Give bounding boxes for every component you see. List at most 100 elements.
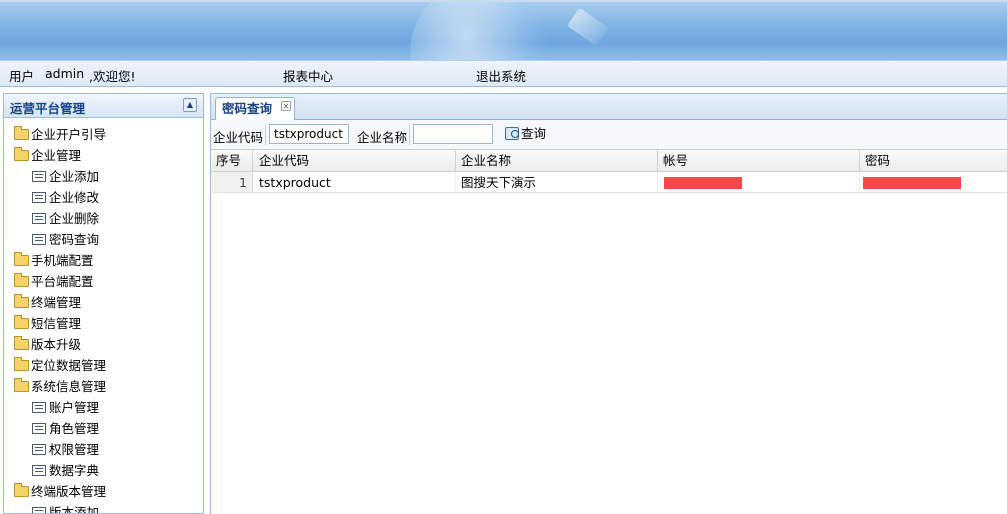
results-grid: 序号 企业代码 企业名称 帐号 密码 1 tstxproduct 图搜天下演示 bbox=[211, 150, 1007, 193]
sidebar-item[interactable]: 终端版本管理 bbox=[4, 481, 203, 502]
column-header-code[interactable]: 企业代码 bbox=[254, 150, 456, 171]
triangle-up-icon[interactable]: ▲ bbox=[183, 98, 197, 112]
enterprise-name-input[interactable] bbox=[413, 124, 493, 144]
column-header-password[interactable]: 密码 bbox=[860, 150, 1007, 171]
sidebar-item[interactable]: 权限管理 bbox=[4, 439, 203, 460]
report-center-link[interactable]: 报表中心 bbox=[283, 66, 333, 85]
folder-icon bbox=[14, 378, 29, 392]
folder-icon bbox=[14, 336, 29, 350]
sidebar-item[interactable]: 角色管理 bbox=[4, 418, 203, 439]
document-icon bbox=[32, 507, 46, 513]
sidebar-item-label: 系统信息管理 bbox=[31, 379, 107, 394]
sidebar-item[interactable]: 企业删除 bbox=[4, 208, 203, 229]
enterprise-code-input[interactable] bbox=[269, 124, 349, 144]
tab-bar: 密码查询 ✕ bbox=[211, 94, 1007, 120]
sidebar-item[interactable]: 终端管理 bbox=[4, 292, 203, 313]
column-header-name[interactable]: 企业名称 bbox=[456, 150, 658, 171]
tab-password-query[interactable]: 密码查询 ✕ bbox=[215, 97, 295, 120]
folder-icon bbox=[14, 147, 29, 161]
table-row[interactable]: 1 tstxproduct 图搜天下演示 bbox=[211, 172, 1007, 193]
enterprise-code-label: 企业代码 bbox=[213, 130, 264, 145]
sidebar-item[interactable]: 平台端配置 bbox=[4, 271, 203, 292]
sidebar-item-label: 企业添加 bbox=[49, 169, 100, 184]
sidebar-item-label: 版本升级 bbox=[31, 337, 82, 352]
grid-header: 序号 企业代码 企业名称 帐号 密码 bbox=[211, 150, 1007, 172]
cell-name: 图搜天下演示 bbox=[456, 172, 658, 192]
top-bar: 用户 admin ,欢迎您! 报表中心 退出系统 bbox=[0, 60, 1007, 87]
sidebar-item-label: 企业删除 bbox=[49, 211, 100, 226]
sidebar-item[interactable]: 短信管理 bbox=[4, 313, 203, 334]
sidebar-item-label: 账户管理 bbox=[49, 400, 100, 415]
cell-code: tstxproduct bbox=[254, 172, 456, 192]
redacted-account bbox=[664, 176, 742, 189]
sidebar-item[interactable]: 企业添加 bbox=[4, 166, 203, 187]
document-icon bbox=[32, 465, 46, 476]
sidebar-item[interactable]: 企业开户引导 bbox=[4, 124, 203, 145]
sidebar-item-label: 平台端配置 bbox=[31, 274, 94, 289]
redacted-password bbox=[863, 176, 961, 189]
folder-icon bbox=[14, 483, 29, 497]
document-icon bbox=[32, 234, 46, 245]
enterprise-name-label: 企业名称 bbox=[357, 130, 408, 145]
sidebar-item[interactable]: 账户管理 bbox=[4, 397, 203, 418]
query-button[interactable]: 查询 bbox=[503, 125, 546, 145]
sidebar-item-label: 手机端配置 bbox=[31, 253, 94, 268]
sidebar-item-label: 企业开户引导 bbox=[31, 127, 107, 142]
sidebar-item[interactable]: 系统信息管理 bbox=[4, 376, 203, 397]
sidebar-item[interactable]: 企业修改 bbox=[4, 187, 203, 208]
sidebar-item-label: 短信管理 bbox=[31, 316, 82, 331]
search-toolbar: 企业代码 企业名称 查询 bbox=[211, 120, 1007, 150]
document-icon bbox=[32, 192, 46, 203]
sidebar-item[interactable]: 企业管理 bbox=[4, 145, 203, 166]
sidebar-item[interactable]: 手机端配置 bbox=[4, 250, 203, 271]
document-icon bbox=[32, 213, 46, 224]
tab-label: 密码查询 bbox=[222, 101, 273, 116]
globe-graphic bbox=[410, 2, 550, 60]
folder-icon bbox=[14, 315, 29, 329]
sidebar-item-label: 权限管理 bbox=[49, 442, 100, 457]
sidebar-item-label: 终端版本管理 bbox=[31, 484, 107, 499]
row-number: 1 bbox=[211, 172, 253, 192]
sidebar-item-label: 企业管理 bbox=[31, 148, 82, 163]
sidebar-item-label: 企业修改 bbox=[49, 190, 100, 205]
document-icon bbox=[32, 423, 46, 434]
document-icon bbox=[32, 444, 46, 455]
cell-password bbox=[860, 172, 1007, 192]
sidebar-item[interactable]: 密码查询 bbox=[4, 229, 203, 250]
separator bbox=[409, 125, 410, 145]
folder-icon bbox=[14, 273, 29, 287]
sidebar-title: 运营平台管理 bbox=[10, 101, 86, 116]
nav-tree: 企业开户引导 企业管理企业添加企业修改企业删除密码查询手机端配置平台端配置终端管理… bbox=[4, 118, 203, 514]
cell-account bbox=[658, 172, 860, 192]
folder-icon bbox=[14, 252, 29, 266]
sidebar-item[interactable]: 版本升级 bbox=[4, 334, 203, 355]
column-header-account[interactable]: 帐号 bbox=[658, 150, 860, 171]
separator bbox=[265, 125, 266, 145]
username: admin bbox=[45, 66, 85, 81]
document-icon bbox=[32, 171, 46, 182]
folder-icon bbox=[14, 126, 29, 140]
sidebar-item-label: 数据字典 bbox=[49, 463, 100, 478]
satellite-graphic bbox=[566, 7, 610, 47]
sidebar-item-label: 版本添加 bbox=[49, 505, 100, 514]
sidebar-header: 运营平台管理 ▲ bbox=[4, 94, 203, 118]
sidebar-panel: 运营平台管理 ▲ 企业开户引导 企业管理企业添加企业修改企业删除密码查询手机端配置… bbox=[3, 93, 204, 514]
sidebar-item-label: 定位数据管理 bbox=[31, 358, 107, 373]
search-icon bbox=[505, 127, 519, 140]
header-banner bbox=[0, 0, 1007, 60]
main-panel: 密码查询 ✕ 企业代码 企业名称 查询 序号 企业代码 企业名称 帐号 密码 1… bbox=[210, 93, 1007, 514]
sidebar-item[interactable]: 定位数据管理 bbox=[4, 355, 203, 376]
folder-icon bbox=[14, 357, 29, 371]
sidebar-item-label: 终端管理 bbox=[31, 295, 82, 310]
close-icon[interactable]: ✕ bbox=[281, 101, 291, 111]
sidebar-item-label: 角色管理 bbox=[49, 421, 100, 436]
sidebar-item-label: 密码查询 bbox=[49, 232, 100, 247]
folder-icon bbox=[14, 294, 29, 308]
document-icon bbox=[32, 402, 46, 413]
logout-link[interactable]: 退出系统 bbox=[476, 66, 526, 85]
user-label: 用户 bbox=[9, 69, 35, 84]
welcome-text: ,欢迎您! bbox=[89, 69, 136, 84]
sidebar-item[interactable]: 版本添加 bbox=[4, 502, 203, 514]
sidebar-item[interactable]: 数据字典 bbox=[4, 460, 203, 481]
column-header-index[interactable]: 序号 bbox=[211, 150, 253, 171]
